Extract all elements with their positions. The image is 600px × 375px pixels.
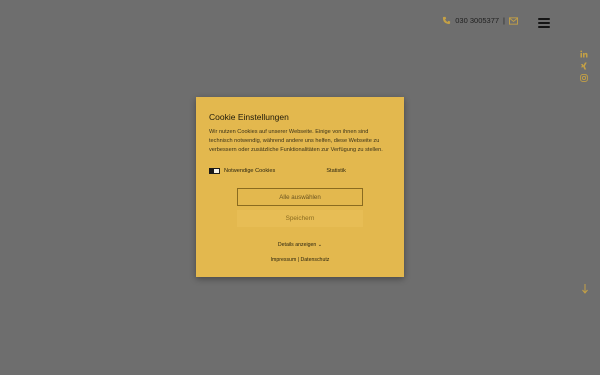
arrow-down-icon[interactable] — [582, 284, 588, 297]
hamburger-menu-icon[interactable] — [538, 18, 550, 28]
linkedin-icon[interactable] — [580, 50, 588, 58]
mail-icon[interactable] — [509, 16, 518, 25]
xing-icon[interactable] — [580, 62, 588, 70]
details-label: Details anzeigen — [277, 242, 317, 248]
option-statistics[interactable]: Statistik — [311, 168, 346, 174]
phone-number[interactable]: 030 3005377 — [455, 16, 499, 25]
social-links — [580, 50, 588, 82]
option-necessary-cookies[interactable]: Notwendige Cookies — [209, 168, 275, 174]
instagram-icon[interactable] — [580, 74, 588, 82]
impressum-link[interactable]: Impressum — [271, 257, 297, 263]
cookie-settings-dialog: Cookie Einstellungen Wir nutzen Cookies … — [196, 97, 404, 277]
top-contact-bar: 030 3005377 | — [442, 16, 518, 25]
hamburger-bar — [538, 26, 550, 28]
dialog-footer-links: Impressum | Datenschutz — [196, 257, 404, 263]
statistics-label: Statistik — [326, 168, 346, 174]
dialog-title: Cookie Einstellungen — [209, 112, 289, 122]
save-button[interactable]: Speichern — [237, 210, 363, 227]
necessary-cookies-toggle[interactable] — [209, 168, 220, 174]
footer-link-separator: | — [297, 257, 300, 263]
phone-icon — [443, 16, 451, 25]
accept-all-button[interactable]: Alle auswählen — [237, 188, 363, 206]
header-separator: | — [503, 16, 505, 25]
necessary-cookies-label: Notwendige Cookies — [224, 168, 276, 174]
cookie-options: Notwendige Cookies Statistik — [209, 168, 393, 174]
hamburger-bar — [538, 22, 550, 24]
hamburger-bar — [538, 18, 550, 20]
chevron-down-icon: ⌄ — [317, 242, 323, 248]
dialog-description: Wir nutzen Cookies auf unserer Webseite.… — [209, 129, 383, 153]
statistics-toggle[interactable] — [311, 168, 323, 174]
details-toggle[interactable]: Details anzeigen ⌄ — [196, 242, 404, 248]
datenschutz-link[interactable]: Datenschutz — [301, 257, 330, 263]
